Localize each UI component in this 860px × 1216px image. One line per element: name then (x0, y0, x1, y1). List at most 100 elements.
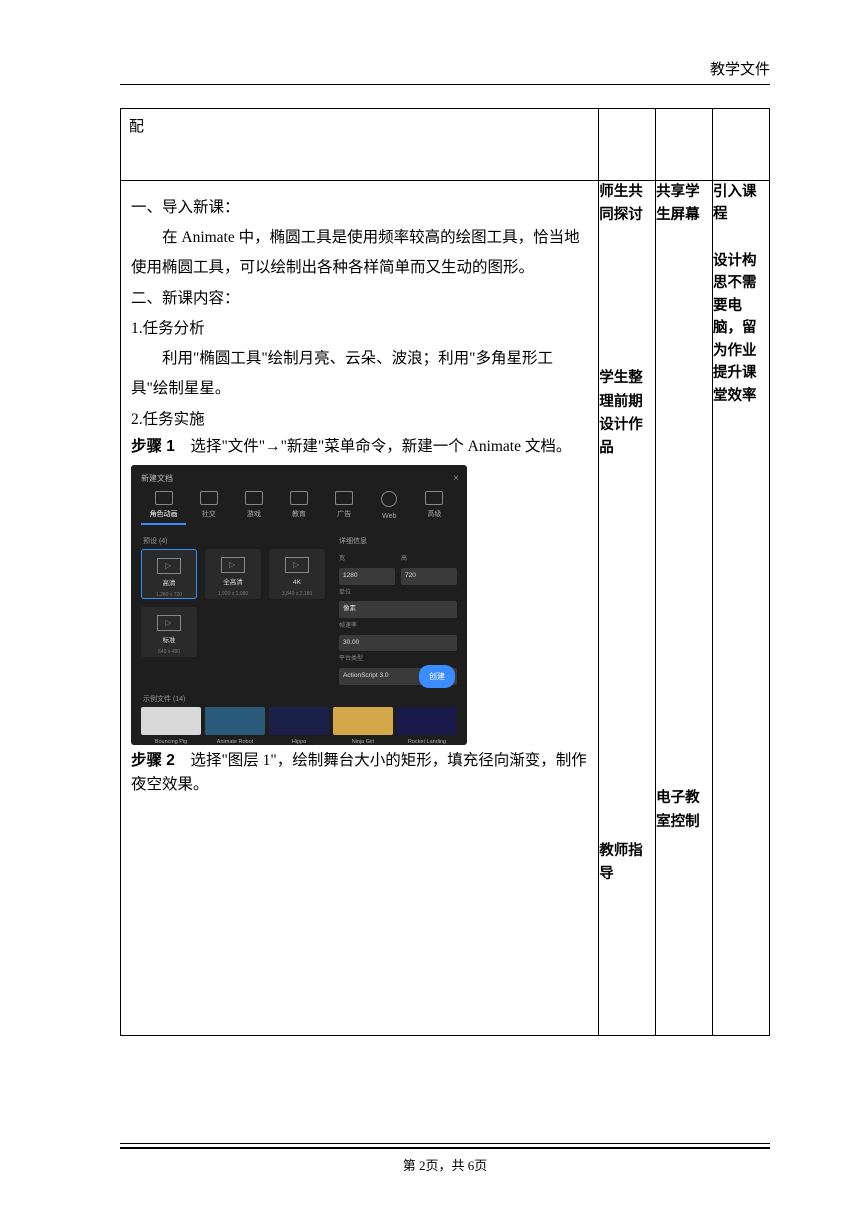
activity-note: 学生整理前期设计作品 (599, 367, 655, 460)
presets-label: 预设 (4) (143, 535, 168, 549)
cell-empty (656, 109, 713, 181)
page-footer: 第 2页，共 6页 (120, 1143, 770, 1174)
tab-label: 教育 (276, 508, 321, 522)
sample-card[interactable]: Ninja Girl (333, 707, 393, 745)
preset-card[interactable]: 4K3,840 x 2,160 (269, 549, 325, 599)
width-label: 宽 (339, 554, 395, 566)
sample-name: Ninja Girl (333, 737, 393, 745)
category-tab[interactable]: 游戏 (231, 491, 276, 526)
presets-grid: 高清1,280 x 720全高清1,920 x 1,0804K3,840 x 2… (141, 549, 331, 657)
preset-dim: 1,280 x 720 (142, 591, 196, 601)
subheading: 1.任务分析 (131, 314, 588, 344)
purpose-column: 引入课程 设计构思不需要电脑，留为作业提升课堂效率 (713, 181, 770, 1036)
subheading: 2.任务实施 (131, 405, 588, 435)
unit-label: 单位 (339, 588, 457, 600)
category-tab[interactable]: 高级 (412, 491, 457, 526)
sample-card[interactable]: Hippo (269, 707, 329, 745)
cell-pei: 配 (121, 109, 599, 181)
category-tab[interactable]: 广告 (322, 491, 367, 526)
purpose-note: 引入课程 (713, 181, 769, 226)
sample-card[interactable]: Rocket Landing (397, 707, 457, 745)
category-tab[interactable]: 社交 (186, 491, 231, 526)
fps-label: 帧速率 (339, 621, 457, 633)
category-tab[interactable]: 角色动画 (141, 491, 186, 526)
sample-thumb (397, 707, 457, 735)
preset-icon (221, 557, 245, 573)
category-tab[interactable]: Web (367, 491, 412, 526)
sample-name: Animate Robot (205, 737, 265, 745)
tab-icon (245, 491, 263, 505)
tab-label: 游戏 (231, 508, 276, 522)
fps-input[interactable]: 30.00 (339, 635, 457, 652)
table-row: 配 (121, 109, 770, 181)
tab-icon (335, 491, 353, 505)
sample-card[interactable]: Bouncing Pig (141, 707, 201, 745)
tab-icon (381, 491, 397, 507)
section-heading: 一、导入新课： (131, 193, 588, 223)
paragraph: 利用"椭圆工具"绘制月亮、云朵、波浪；利用"多角星形工具"绘制星星。 (131, 344, 588, 404)
preset-card[interactable]: 全高清1,920 x 1,080 (205, 549, 261, 599)
preset-icon (285, 557, 309, 573)
create-button[interactable]: 创建 (419, 665, 455, 689)
sample-name: Bouncing Pig (141, 737, 201, 745)
step-line: 步骤 1 选择"文件"→"新建"菜单命令，新建一个 Animate 文档。 (131, 435, 588, 459)
purpose-note: 设计构思不需要电脑，留为作业提升课堂效率 (713, 250, 769, 407)
section-heading: 二、新课内容： (131, 284, 588, 314)
tab-icon (200, 491, 218, 505)
preset-name: 4K (269, 577, 325, 590)
samples-row: Bouncing Pig Animate Robot Hippo Ninja Girl… (141, 707, 457, 745)
tab-icon (290, 491, 308, 505)
tab-label: 社交 (186, 508, 231, 522)
lesson-table: 配 一、导入新课： 在 Animate 中，椭圆工具是使用频率较高的绘图工具，恰… (120, 108, 770, 1036)
step-label: 步骤 1 (131, 438, 175, 455)
animate-new-doc-screenshot: 新建文档 × 角色动画社交游戏教育广告Web高级 预设 (4) 高清1,280 … (131, 465, 467, 745)
activity-note: 师生共同探讨 (599, 181, 655, 227)
width-input[interactable]: 1280 (339, 568, 395, 585)
category-tab[interactable]: 教育 (276, 491, 321, 526)
step-text: 选择"图层 1"，绘制舞台大小的矩形，填充径向渐变，制作夜空效果。 (131, 752, 587, 793)
close-icon[interactable]: × (453, 469, 459, 489)
resource-note: 共享学生屏幕 (656, 181, 712, 227)
resource-column: 共享学生屏幕 电子教室控制 (656, 181, 713, 1036)
step-label: 步骤 2 (131, 752, 175, 769)
paragraph: 在 Animate 中，椭圆工具是使用频率较高的绘图工具，恰当地使用椭圆工具，可… (131, 223, 588, 283)
cell-empty (599, 109, 656, 181)
preset-card[interactable]: 标准640 x 480 (141, 607, 197, 657)
height-input[interactable]: 720 (401, 568, 457, 585)
dialog-title: 新建文档 (141, 471, 173, 487)
resource-note: 电子教室控制 (656, 787, 712, 833)
preset-icon (157, 558, 181, 574)
sample-thumb (269, 707, 329, 735)
tab-label: Web (367, 510, 412, 524)
preset-name: 高清 (142, 578, 196, 591)
step-line: 步骤 2 选择"图层 1"，绘制舞台大小的矩形，填充径向渐变，制作夜空效果。 (131, 749, 588, 797)
cell-empty (713, 109, 770, 181)
tab-label: 高级 (412, 508, 457, 522)
sample-thumb (141, 707, 201, 735)
preset-name: 全高清 (205, 577, 261, 590)
preset-name: 标准 (141, 635, 197, 648)
header-rule (120, 84, 770, 85)
sample-thumb (333, 707, 393, 735)
preset-dim: 1,920 x 1,080 (205, 590, 261, 600)
activity-column: 师生共同探讨 学生整理前期设计作品 教师指导 (599, 181, 656, 1036)
samples-label: 示例文件 (14) (143, 693, 185, 707)
unit-select[interactable]: 像素 (339, 601, 457, 618)
activity-note: 教师指导 (599, 840, 655, 886)
details-title: 详细信息 (339, 535, 457, 549)
page-number: 第 2页，共 6页 (120, 1155, 770, 1174)
sample-thumb (205, 707, 265, 735)
preset-icon (157, 615, 181, 631)
header-label: 教学文件 (710, 58, 770, 79)
tab-icon (425, 491, 443, 505)
table-row: 一、导入新课： 在 Animate 中，椭圆工具是使用频率较高的绘图工具，恰当地… (121, 181, 770, 1036)
category-tabs: 角色动画社交游戏教育广告Web高级 (131, 491, 467, 526)
main-content-cell: 一、导入新课： 在 Animate 中，椭圆工具是使用频率较高的绘图工具，恰当地… (121, 181, 599, 1036)
sample-card[interactable]: Animate Robot (205, 707, 265, 745)
preset-dim: 3,840 x 2,160 (269, 590, 325, 600)
tab-icon (155, 491, 173, 505)
sample-name: Hippo (269, 737, 329, 745)
preset-card[interactable]: 高清1,280 x 720 (141, 549, 197, 599)
tab-label: 角色动画 (141, 508, 186, 522)
tab-label: 广告 (322, 508, 367, 522)
